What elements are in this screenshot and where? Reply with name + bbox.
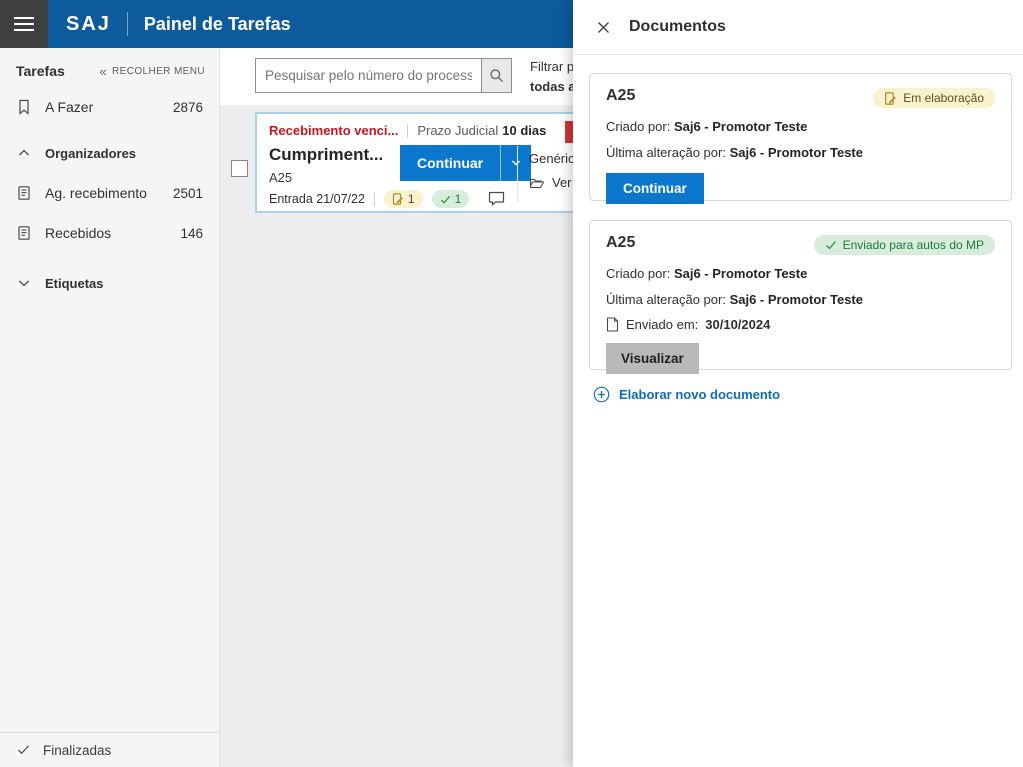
new-document-label: Elaborar novo documento [619,387,781,402]
document-title: A25 [606,234,636,251]
entry-date: Entrada 21/07/22 [269,192,365,206]
sidebar-item-label: A Fazer [45,99,94,115]
pending-docs-badge[interactable]: 1 [383,190,423,208]
sidebar-item-count: 146 [180,225,203,241]
status-badge: Enviado para autos do MP [813,235,995,255]
deadline-label: Prazo Judicial 10 dias [417,123,547,138]
divider [373,192,375,206]
sent-date-line: Enviado em: 30/10/2024 [606,317,995,332]
plus-circle-icon [593,386,610,403]
document-edit-icon [392,193,404,205]
close-panel-button[interactable] [592,16,615,39]
documents-panel: Documentos A25 Em elaboração Criado por:… [573,0,1023,767]
updated-by-line: Última alteração por: Saj6 - Promotor Te… [606,145,863,160]
search-button[interactable] [481,58,512,93]
check-icon [825,239,837,251]
sidebar-item-label: Finalizadas [43,742,112,758]
sidebar-item-count: 2501 [172,185,203,201]
document-edit-icon [884,91,897,105]
document-icon [16,225,32,241]
chevron-up-icon [16,145,32,161]
chevron-down-icon [16,275,32,291]
task-subtitle: A25 [269,170,293,185]
created-by-value: Saj6 - Promotor Teste [673,266,808,281]
document-title: A25 [606,87,636,104]
sidebar: Tarefas « RECOLHER MENU A Fazer 2876 Org… [0,48,220,767]
sidebar-item-count: 2876 [172,99,203,115]
new-document-link[interactable]: Elaborar novo documento [593,386,780,403]
task-title: Cumpriment... [269,145,384,164]
sidebar-item-ag-recebimento[interactable]: Ag. recebimento 2501 [0,173,219,213]
document-icon [16,185,32,201]
folder-open-icon [529,176,545,190]
continue-document-button[interactable]: Continuar [606,173,704,204]
sent-date-value: 30/10/2024 [705,317,771,332]
status-label: Enviado para autos do MP [842,238,984,252]
hamburger-icon [14,17,34,19]
task-list-area: Filtrar po todas as Recebimento venci...… [220,48,675,767]
divider [407,123,409,138]
sidebar-section-label: Etiquetas [45,275,104,291]
check-icon [16,742,32,758]
sidebar-header-row: Tarefas « RECOLHER MENU [0,48,219,87]
continue-dropdown-button[interactable] [500,145,532,181]
panel-title: Documentos [629,18,726,35]
deadline-value: 10 dias [502,123,547,138]
document-card-header: A25 Enviado para autos do MP [606,234,995,255]
double-chevron-left-icon: « [99,63,107,79]
search-icon [489,68,505,84]
continue-split-button: Continuar [400,145,532,181]
task-card-footer-row: Entrada 21/07/22 1 1 [269,190,470,208]
sidebar-item-recebidos[interactable]: Recebidos 146 [0,213,219,253]
view-document-button[interactable]: Visualizar [606,343,699,374]
document-sent-icon [606,317,619,332]
document-card: A25 Em elaboração Criado por: Saj6 - Pro… [589,73,1012,204]
sidebar-section-etiquetas[interactable]: Etiquetas [0,263,219,303]
created-by-line: Criado por: Saj6 - Promotor Teste [606,266,808,281]
brand-divider [126,12,128,36]
status-badge: Em elaboração [873,88,995,108]
status-label: Em elaboração [903,91,984,105]
sidebar-title: Tarefas [16,63,65,79]
app-logo: SAJ [66,12,111,35]
sidebar-section-label: Organizadores [45,145,137,161]
bookmark-icon [16,99,32,115]
task-card-header-row: Recebimento venci... Prazo Judicial 10 di… [269,123,546,138]
page-title: Painel de Tarefas [143,13,291,34]
comment-icon[interactable] [488,191,505,206]
search-input[interactable] [255,58,481,93]
created-by-value: Saj6 - Promotor Teste [673,119,808,134]
close-icon [596,20,611,35]
updated-by-line: Última alteração por: Saj6 - Promotor Te… [606,292,863,307]
collapse-menu-label: RECOLHER MENU [112,65,205,77]
updated-by-value: Saj6 - Promotor Teste [729,292,863,307]
divider [517,146,518,202]
done-docs-badge[interactable]: 1 [431,190,470,208]
sidebar-item-label: Recebidos [45,225,112,241]
app-window: SAJ Painel de Tarefas Tarefas « RECOLHER… [0,0,1023,767]
documents-panel-header: Documentos [573,0,1023,55]
task-alert-label: Recebimento venci... [269,123,399,138]
search-box [255,58,512,93]
continue-button[interactable]: Continuar [400,145,501,181]
updated-by-value: Saj6 - Promotor Teste [729,145,863,160]
task-checkbox[interactable] [231,160,248,177]
search-strip: Filtrar po todas as [220,48,583,105]
document-card: A25 Enviado para autos do MP Criado por:… [589,220,1012,374]
sidebar-item-finalizadas[interactable]: Finalizadas [0,732,219,767]
sidebar-item-a-fazer[interactable]: A Fazer 2876 [0,87,219,127]
sidebar-item-label: Ag. recebimento [45,185,147,201]
created-by-line: Criado por: Saj6 - Promotor Teste [606,119,808,134]
document-card-header: A25 Em elaboração [606,87,995,108]
hamburger-menu-button[interactable] [0,0,48,48]
check-icon [440,194,451,205]
collapse-menu-button[interactable]: « RECOLHER MENU [99,65,205,78]
brand-bar: SAJ Painel de Tarefas [48,0,291,48]
sidebar-section-organizadores[interactable]: Organizadores [0,133,219,173]
